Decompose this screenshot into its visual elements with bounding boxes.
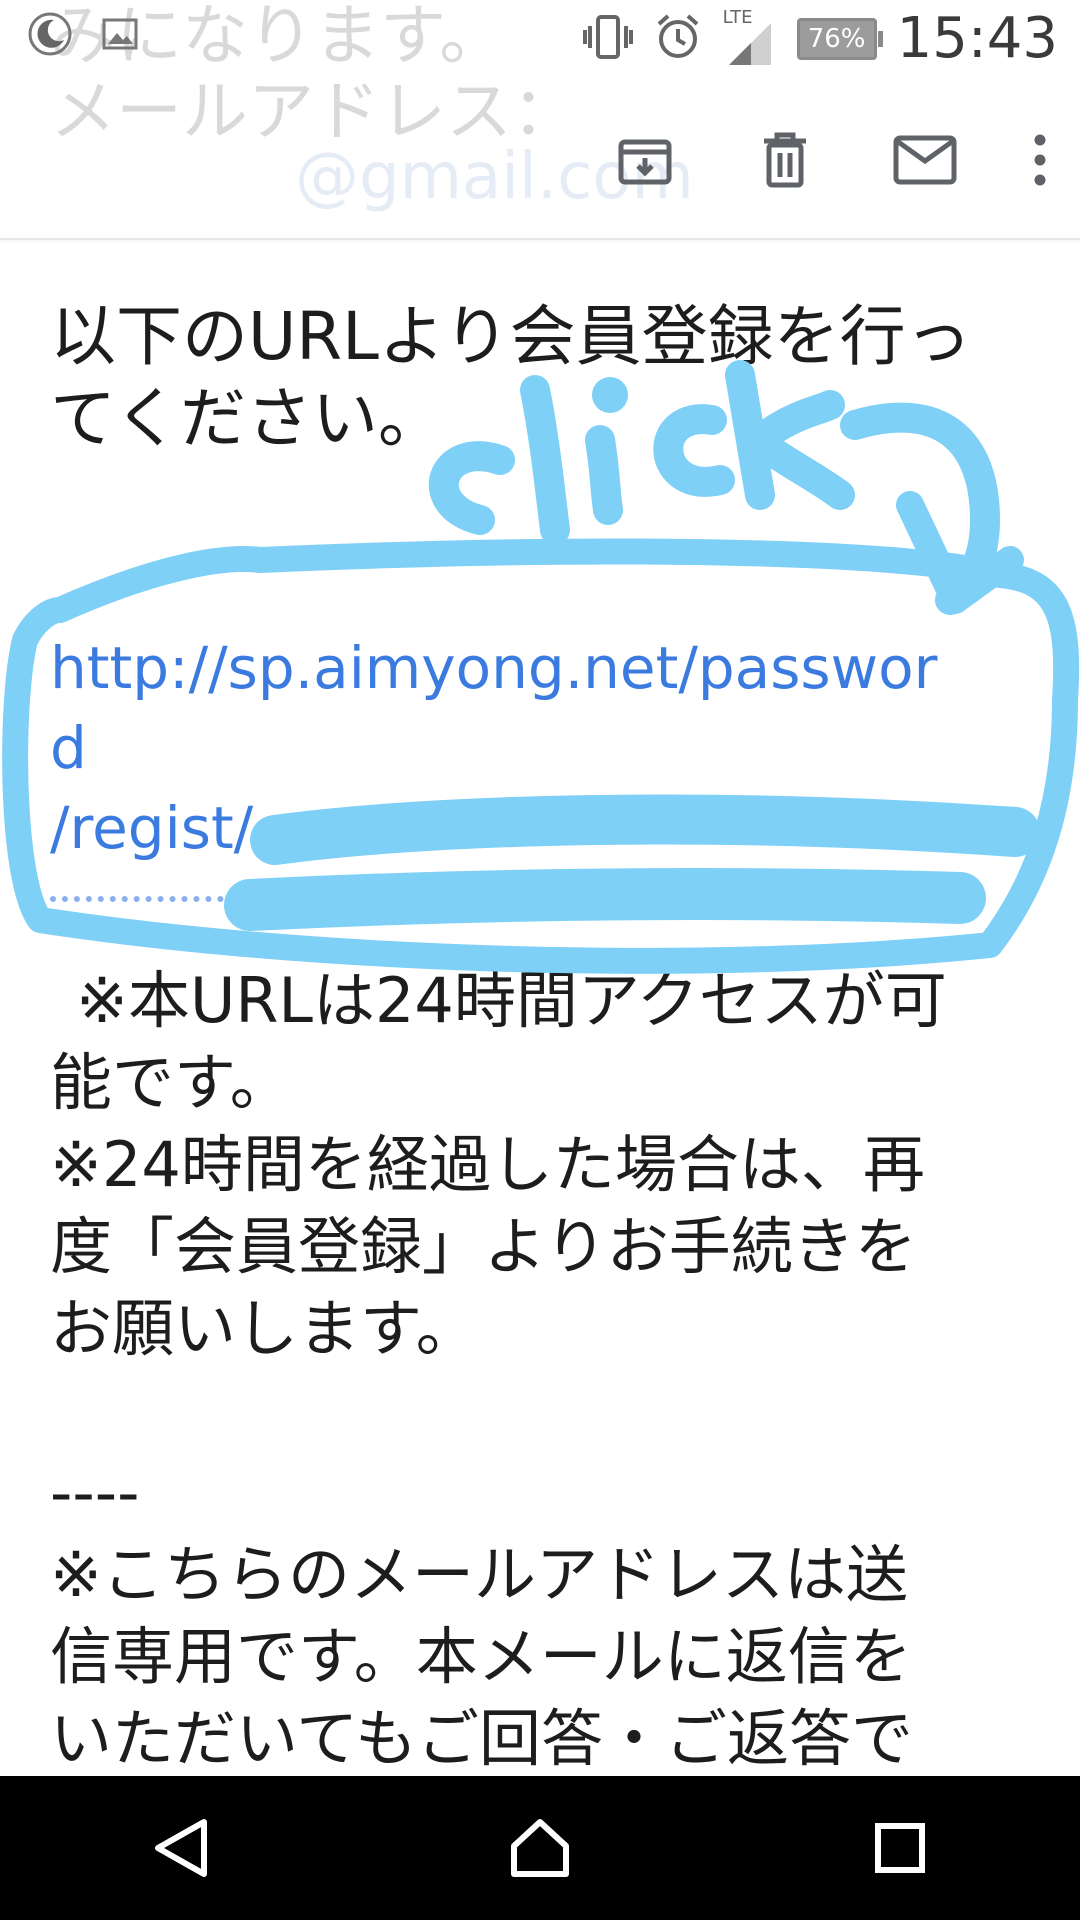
archive-button[interactable] bbox=[610, 125, 680, 195]
recents-square-icon bbox=[875, 1823, 925, 1873]
clock: 15:43 bbox=[896, 6, 1058, 71]
link-text-obscured[interactable] bbox=[50, 868, 937, 928]
home-button[interactable] bbox=[490, 1798, 590, 1898]
note-text: ※本URLは24時間アクセスが可 bbox=[76, 964, 947, 1037]
note-text: いただいてもご回答・ご返答で bbox=[50, 1702, 914, 1775]
back-triangle-icon bbox=[155, 1819, 207, 1877]
arrow-icon bbox=[896, 491, 1024, 614]
alarm-icon bbox=[655, 12, 701, 66]
back-button[interactable] bbox=[130, 1798, 230, 1898]
more-vert-icon bbox=[1034, 134, 1046, 186]
link-text[interactable]: d bbox=[50, 708, 937, 788]
archive-icon bbox=[618, 139, 672, 185]
email-body: 以下のURLより会員登録を行っ てください。 bbox=[50, 296, 1040, 460]
more-options-button[interactable] bbox=[1020, 125, 1060, 195]
recents-button[interactable] bbox=[850, 1798, 950, 1898]
image-icon bbox=[100, 14, 140, 58]
moon-icon bbox=[26, 10, 74, 62]
note-text: お願いします。 bbox=[50, 1292, 478, 1365]
home-icon bbox=[511, 1819, 569, 1877]
click-letter bbox=[428, 441, 515, 535]
signal-lte-icon: LTE bbox=[721, 7, 777, 67]
link-text[interactable]: /regist/ bbox=[50, 788, 937, 868]
notes: ※本URLは24時間アクセスが可 能です。 ※24時間を経過した場合は、再 度「… bbox=[50, 960, 947, 1780]
registration-link[interactable]: http://sp.aimyong.net/passwor d /regist/ bbox=[50, 628, 937, 928]
trash-icon bbox=[764, 132, 806, 188]
intro-text: てください。 bbox=[50, 380, 445, 457]
note-text: 能です。 bbox=[50, 1046, 292, 1119]
note-text: ※こちらのメールアドレスは送 bbox=[50, 1538, 908, 1611]
mark-unread-button[interactable] bbox=[890, 125, 960, 195]
mail-icon bbox=[893, 135, 957, 185]
email-toolbar bbox=[0, 80, 1080, 240]
battery-icon: 76% bbox=[796, 17, 883, 60]
note-text: 度「会員登録」よりお手続きを bbox=[50, 1210, 917, 1283]
note-text: 信専用です。本メールに返信を bbox=[50, 1620, 912, 1693]
status-bar: LTE 76% 15:43 bbox=[0, 0, 1080, 80]
delete-button[interactable] bbox=[750, 125, 820, 195]
link-text[interactable]: http://sp.aimyong.net/passwor bbox=[50, 628, 937, 708]
vibrate-icon bbox=[581, 12, 635, 66]
note-text: ※24時間を経過した場合は、再 bbox=[50, 1128, 925, 1201]
intro-text: 以下のURLより会員登録を行っ bbox=[50, 298, 972, 375]
separator: ---- bbox=[50, 1456, 140, 1529]
navigation-bar bbox=[0, 1776, 1080, 1920]
